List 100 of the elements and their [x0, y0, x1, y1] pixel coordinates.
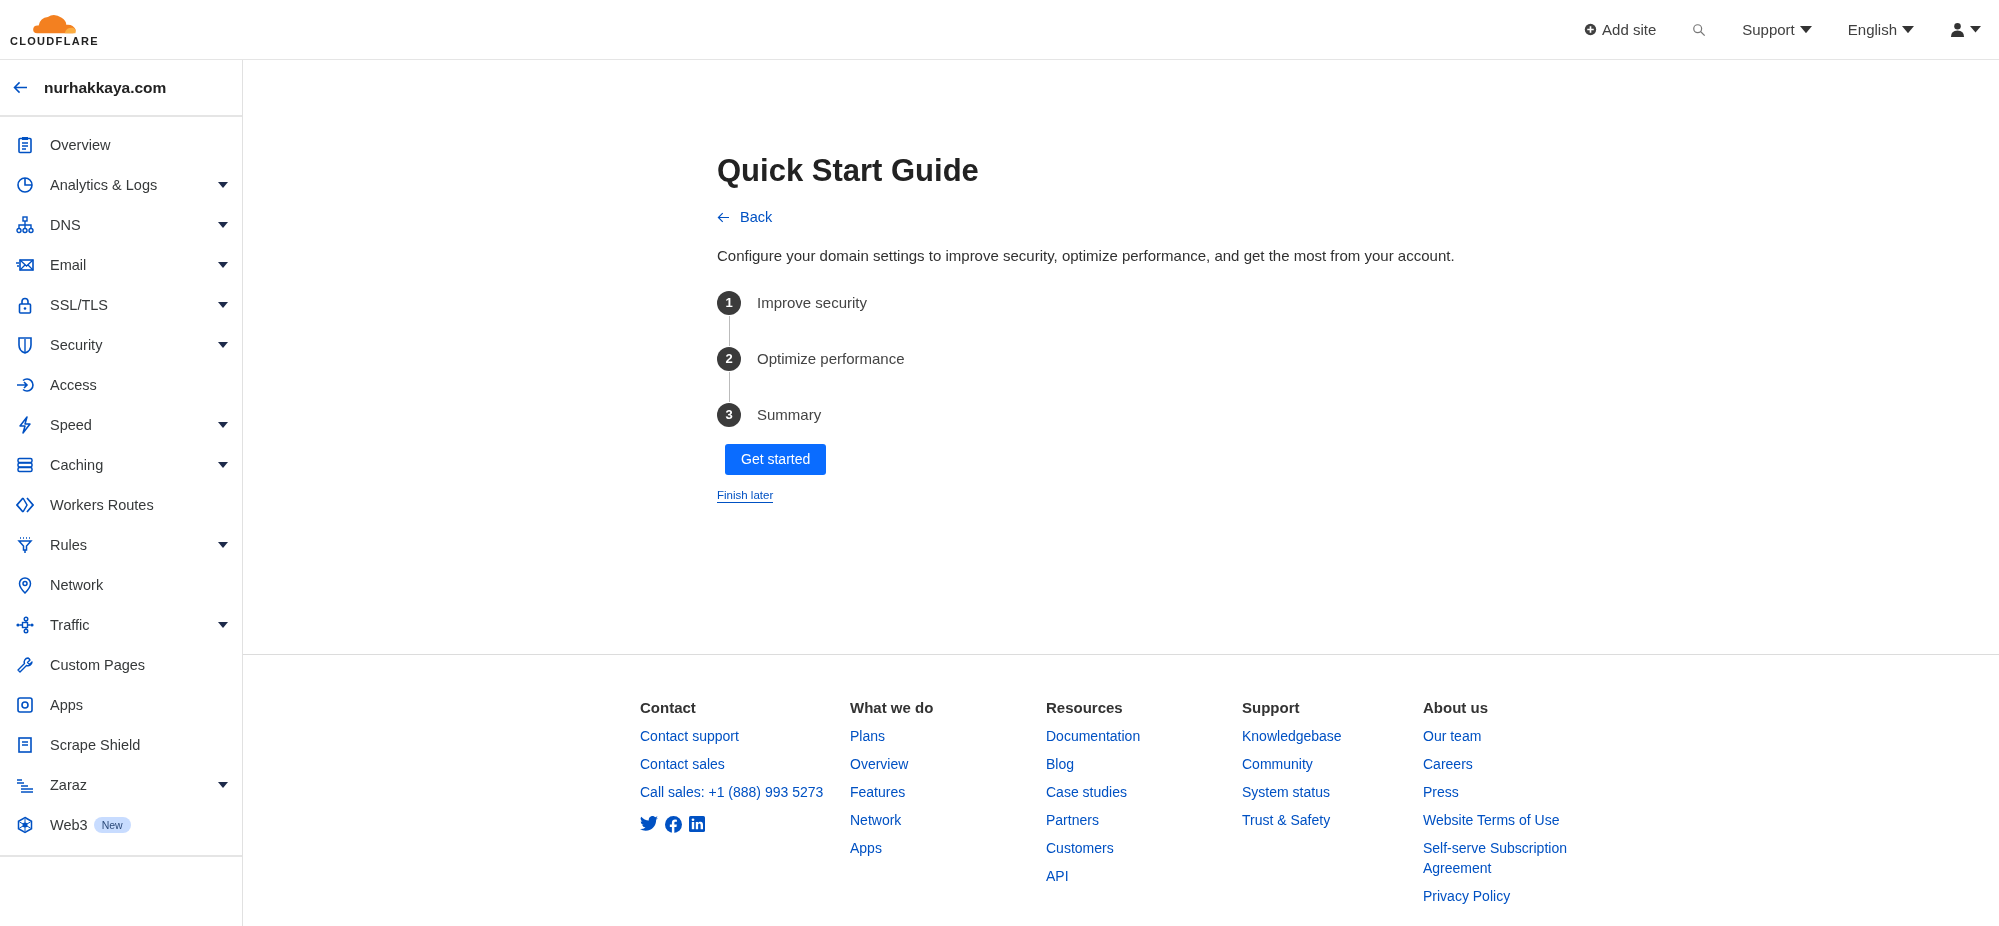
- network-nodes-icon: [16, 616, 34, 634]
- footer-link[interactable]: Community: [1242, 754, 1313, 774]
- footer-link[interactable]: Privacy Policy: [1423, 886, 1511, 906]
- domain-name: nurhakkaya.com: [44, 78, 167, 97]
- item-label: Workers Routes: [50, 497, 154, 513]
- footer-link[interactable]: Our team: [1423, 726, 1482, 746]
- item-label: Web3: [50, 817, 88, 833]
- sidebar-item[interactable]: Custom Pages: [0, 645, 242, 685]
- item-label: Speed: [50, 417, 92, 433]
- footer-link[interactable]: Knowledgebase: [1242, 726, 1342, 746]
- twitter-bird-icon[interactable]: [640, 816, 658, 831]
- hexagon-icon: [16, 816, 34, 834]
- sidebar-item[interactable]: Access: [0, 365, 242, 405]
- item-label: Access: [50, 377, 97, 393]
- shield-icon: [16, 336, 34, 354]
- back-arrow-icon: [13, 81, 28, 94]
- sidebar-item[interactable]: Web3 New: [0, 805, 242, 845]
- sidebar-item[interactable]: SSL/TLS: [0, 285, 242, 325]
- footer-link[interactable]: Case studies: [1046, 782, 1127, 802]
- sidebar-item[interactable]: DNS: [0, 205, 242, 245]
- user-icon: [1950, 22, 1965, 37]
- footer-link[interactable]: Careers: [1423, 754, 1473, 774]
- footer-link[interactable]: Call sales: +1 (888) 993 5273: [640, 782, 824, 802]
- back-link[interactable]: Back: [717, 209, 773, 225]
- get-started-button[interactable]: Get started: [725, 443, 827, 475]
- caret-icon: [1970, 26, 1981, 33]
- item-label: SSL/TLS: [50, 297, 109, 313]
- footer-link[interactable]: Overview: [850, 754, 909, 774]
- footer-link[interactable]: Partners: [1046, 810, 1099, 830]
- back-arrow-icon: [717, 211, 730, 223]
- add-site-button[interactable]: Add site: [1580, 17, 1661, 42]
- sidebar-item[interactable]: Zaraz: [0, 765, 242, 805]
- document-icon: [16, 736, 34, 754]
- footer-link[interactable]: Network: [850, 810, 902, 830]
- sidebar-item[interactable]: Analytics & Logs: [0, 165, 242, 205]
- page-title: Quick Start Guide: [717, 152, 980, 190]
- cloudflare-logo[interactable]: CLOUDFLARE: [10, 12, 99, 47]
- facebook-icon[interactable]: [665, 816, 682, 833]
- lightning-icon: [16, 416, 34, 434]
- item-label: Security: [50, 337, 103, 353]
- item-label: Analytics & Logs: [50, 177, 158, 193]
- footer-link[interactable]: Contact support: [640, 726, 739, 746]
- footer-link[interactable]: Blog: [1046, 754, 1075, 774]
- step-number: 3: [717, 402, 741, 427]
- sidebar-item[interactable]: Network: [0, 565, 242, 605]
- item-label: Rules: [50, 537, 88, 553]
- step-label: Optimize performance: [757, 350, 905, 367]
- sidebar-item[interactable]: Traffic: [0, 605, 242, 645]
- sidebar-item[interactable]: Caching: [0, 445, 242, 485]
- footer-link[interactable]: System status: [1242, 782, 1330, 802]
- item-label: Email: [50, 257, 87, 273]
- footer-link[interactable]: Contact sales: [640, 754, 725, 774]
- footer-heading: About us: [1423, 698, 1488, 718]
- pie-chart-icon: [16, 176, 34, 194]
- item-label: Apps: [50, 697, 84, 713]
- sidebar-item[interactable]: Rules: [0, 525, 242, 565]
- item-label: Network: [50, 577, 104, 593]
- bars-icon: [16, 776, 34, 794]
- footer-link[interactable]: Trust & Safety: [1242, 810, 1331, 830]
- sidebar-item[interactable]: Apps: [0, 685, 242, 725]
- item-label: Traffic: [50, 617, 90, 633]
- footer-link[interactable]: Apps: [850, 838, 882, 858]
- sidebar-item[interactable]: Scrape Shield: [0, 725, 242, 765]
- footer-link[interactable]: Customers: [1046, 838, 1114, 858]
- stack-icon: [16, 456, 34, 474]
- funnel-icon: [16, 536, 34, 554]
- footer-link[interactable]: Plans: [850, 726, 886, 746]
- footer-link[interactable]: Self-serve Subscription Agreement: [1423, 838, 1595, 878]
- finish-later-link[interactable]: Finish later: [717, 488, 774, 503]
- step-number: 1: [717, 290, 741, 315]
- description-text: Configure your domain settings to improve security, optimize performance, and get the most from your account.: [717, 246, 1456, 264]
- footer-link[interactable]: API: [1046, 866, 1069, 886]
- footer-link[interactable]: Features: [850, 782, 906, 802]
- footer-link[interactable]: Documentation: [1046, 726, 1141, 746]
- diamond-chevron-icon: [16, 496, 34, 514]
- item-label: Zaraz: [50, 777, 88, 793]
- wrench-icon: [16, 656, 34, 674]
- back-button[interactable]: [13, 81, 28, 94]
- footer-link[interactable]: Press: [1423, 782, 1459, 802]
- support-menu[interactable]: Support: [1738, 17, 1816, 42]
- caret-icon: [1799, 25, 1812, 34]
- item-label: DNS: [50, 217, 81, 233]
- search-icon: [1692, 22, 1707, 37]
- sidebar-item[interactable]: Speed: [0, 405, 242, 445]
- item-label: Overview: [50, 137, 111, 153]
- sidebar-item[interactable]: Email: [0, 245, 242, 285]
- sidebar-item[interactable]: Workers Routes: [0, 485, 242, 525]
- sidebar-item[interactable]: Overview: [0, 125, 242, 165]
- language-menu[interactable]: English: [1843, 17, 1918, 42]
- footer-link[interactable]: Website Terms of Use: [1423, 810, 1560, 830]
- linkedin-icon[interactable]: [689, 816, 705, 832]
- sidebar-item[interactable]: Security: [0, 325, 242, 365]
- plus-circle-icon: [1584, 23, 1598, 36]
- lock-icon: [16, 296, 34, 314]
- footer-heading: Resources: [1046, 698, 1123, 718]
- step-label: Improve security: [757, 294, 868, 311]
- new-badge: New: [93, 817, 131, 833]
- footer-heading: Support: [1242, 698, 1300, 718]
- cloud-icon: [31, 14, 78, 34]
- sign-in-icon: [16, 376, 34, 394]
